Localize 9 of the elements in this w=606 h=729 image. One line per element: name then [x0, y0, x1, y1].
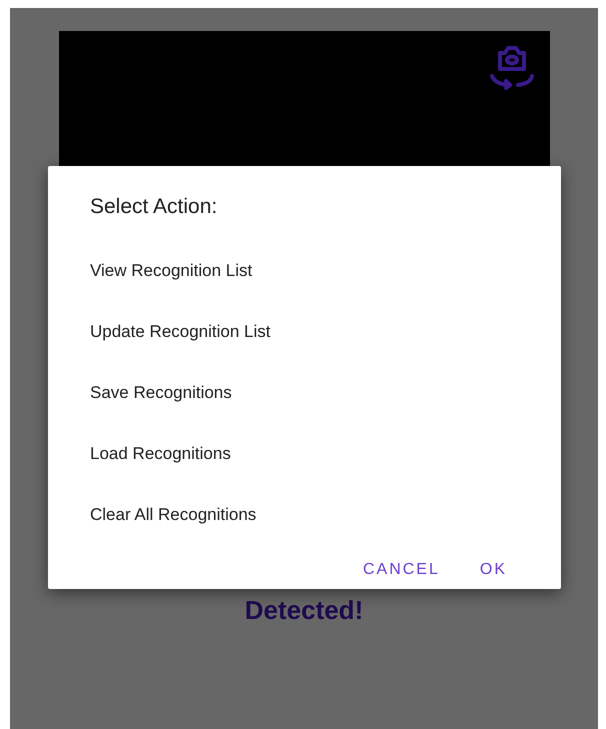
action-option[interactable]: Update Recognition List — [90, 301, 521, 363]
dialog-title: Select Action: — [90, 196, 218, 217]
action-option[interactable]: View Recognition List — [90, 240, 521, 302]
action-option[interactable]: Clear All Recognitions — [90, 484, 521, 546]
dialog-button[interactable]: CANCEL — [362, 558, 440, 582]
dialog-button[interactable]: OK — [480, 558, 507, 582]
action-option[interactable]: Load Recognitions — [90, 423, 521, 485]
status-text: Detected! — [244, 597, 364, 623]
action-option[interactable]: Save Recognitions — [90, 362, 521, 424]
